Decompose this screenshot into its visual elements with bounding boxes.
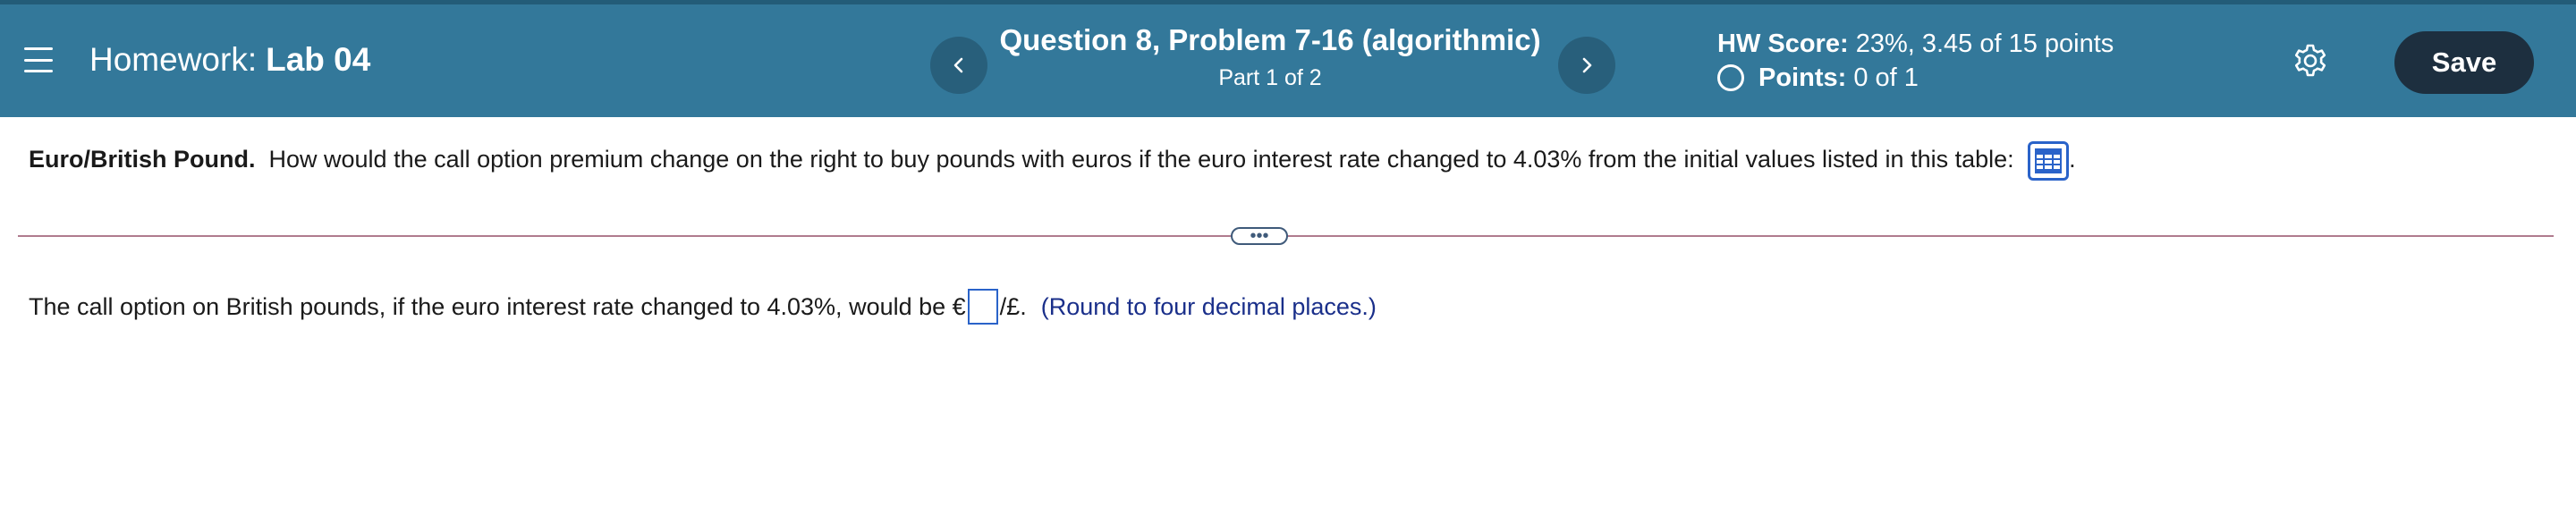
points-status-icon bbox=[1717, 64, 1744, 91]
save-button[interactable]: Save bbox=[2394, 31, 2534, 94]
hw-score-value: 23%, 3.45 of 15 points bbox=[1855, 30, 2114, 58]
homework-title: Homework: Lab 04 bbox=[89, 40, 370, 80]
hw-score: HW Score: 23%, 3.45 of 15 points bbox=[1717, 28, 2114, 60]
question-prompt: Euro/British Pound. How would the call o… bbox=[29, 141, 2076, 181]
hw-score-label: HW Score: bbox=[1717, 30, 1849, 58]
answer-prefix: The call option on British pounds, if th… bbox=[29, 293, 966, 320]
homework-name: Lab 04 bbox=[266, 41, 371, 78]
settings-button[interactable] bbox=[2292, 42, 2329, 80]
next-question-button[interactable] bbox=[1558, 37, 1615, 94]
table-icon[interactable] bbox=[2028, 141, 2070, 181]
gear-icon bbox=[2294, 44, 2326, 77]
question-header: Question 8, Problem 7-16 (algorithmic) P… bbox=[993, 22, 1547, 92]
question-trailing: . bbox=[2069, 146, 2076, 173]
points-value: 0 of 1 bbox=[1853, 63, 1919, 92]
answer-input[interactable] bbox=[967, 289, 998, 325]
homework-label: Homework: bbox=[89, 41, 258, 78]
question-body: How would the call option premium change… bbox=[268, 146, 2014, 173]
points: Points: 0 of 1 bbox=[1717, 62, 2114, 94]
hamburger-icon[interactable] bbox=[24, 47, 53, 72]
answer-line: The call option on British pounds, if th… bbox=[29, 289, 1377, 325]
top-bar: Homework: Lab 04 Question 8, Problem 7-16… bbox=[0, 0, 2576, 117]
question-part: Part 1 of 2 bbox=[1218, 65, 1322, 90]
rounding-hint: (Round to four decimal places.) bbox=[1040, 293, 1377, 320]
points-label: Points: bbox=[1758, 63, 1847, 92]
score-panel: HW Score: 23%, 3.45 of 15 points Points:… bbox=[1717, 28, 2114, 94]
chevron-right-icon bbox=[1582, 57, 1592, 73]
previous-question-button[interactable] bbox=[930, 37, 987, 94]
answer-suffix: /£. bbox=[999, 293, 1027, 320]
chevron-left-icon bbox=[953, 57, 963, 73]
question-title: Question 8, Problem 7-16 (algorithmic) bbox=[999, 23, 1541, 56]
ellipsis-icon[interactable]: ••• bbox=[1231, 227, 1288, 245]
question-lead: Euro/British Pound. bbox=[29, 146, 256, 173]
